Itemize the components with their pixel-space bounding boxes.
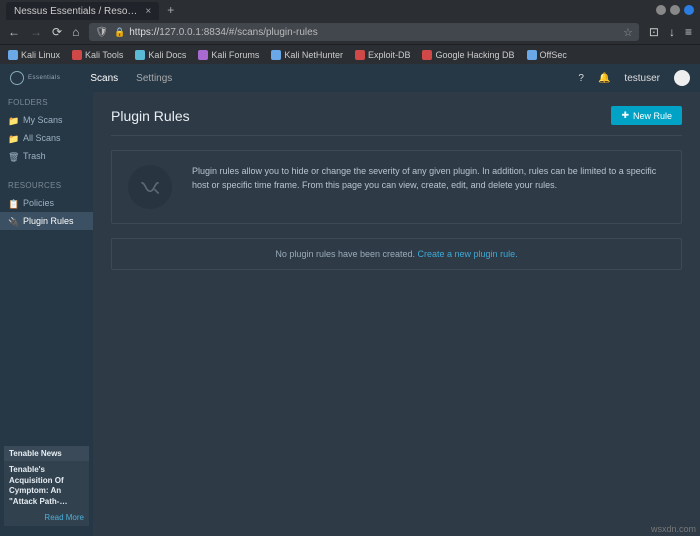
downloads-icon[interactable]: ↓	[669, 25, 675, 39]
url-bar[interactable]: 🛡 🔒 https://127.0.0.1:8834/#/scans/plugi…	[89, 23, 639, 41]
sidebar-policies[interactable]: 📋Policies	[0, 194, 93, 212]
sidebar-trash[interactable]: 🗑Trash	[0, 147, 93, 165]
close-tab-icon[interactable]: ×	[145, 6, 151, 17]
info-text: Plugin rules allow you to hide or change…	[192, 165, 665, 192]
empty-text: No plugin rules have been created.	[275, 249, 417, 259]
page-title: Plugin Rules	[111, 108, 190, 124]
new-rule-button[interactable]: ✚ New Rule	[611, 106, 682, 125]
sidebar-folders-header: FOLDERS	[0, 92, 93, 111]
plugin-large-icon	[128, 165, 172, 209]
bookmark-kali-nethunter[interactable]: Kali NetHunter	[271, 50, 343, 60]
tab-title: Nessus Essentials / Reso…	[14, 6, 137, 17]
bookmark-offsec[interactable]: OffSec	[527, 50, 567, 60]
bookmark-exploit-db[interactable]: Exploit-DB	[355, 50, 411, 60]
bookmark-star-icon[interactable]: ☆	[623, 26, 633, 39]
menu-icon[interactable]: ≡	[685, 25, 692, 39]
news-header: Tenable News	[4, 446, 89, 461]
brand-edition: Essentials	[28, 75, 60, 81]
app-header: nessus Essentials Scans Settings ? 🔔 tes…	[0, 64, 700, 92]
url-text: 127.0.0.1:8834/#/scans/plugin-rules	[159, 27, 317, 38]
home-icon[interactable]: ⌂	[72, 25, 79, 39]
plugin-icon: 🔌	[8, 217, 17, 226]
policies-icon: 📋	[8, 199, 17, 208]
forward-icon[interactable]: →	[30, 25, 42, 39]
pocket-icon[interactable]: ⊡	[649, 25, 659, 39]
news-title[interactable]: Tenable's Acquisition Of Cymptom: An "At…	[4, 461, 89, 511]
create-plugin-rule-link[interactable]: Create a new plugin rule.	[418, 249, 518, 259]
nav-scans[interactable]: Scans	[90, 73, 118, 84]
new-tab-button[interactable]: +	[167, 3, 174, 17]
trash-icon: 🗑	[8, 152, 17, 161]
bookmark-kali-forums[interactable]: Kali Forums	[198, 50, 259, 60]
news-widget: Tenable News Tenable's Acquisition Of Cy…	[4, 446, 89, 526]
news-read-more[interactable]: Read More	[4, 511, 89, 526]
reload-icon[interactable]: ⟳	[52, 25, 62, 39]
lock-icon: 🔒	[114, 27, 125, 38]
app-logo[interactable]: nessus Essentials	[10, 71, 60, 85]
empty-state: No plugin rules have been created. Creat…	[111, 238, 682, 270]
username[interactable]: testuser	[624, 73, 660, 84]
logo-icon	[10, 71, 24, 85]
sidebar-resources-header: RESOURCES	[0, 175, 93, 194]
sidebar-my-scans[interactable]: 📁My Scans	[0, 111, 93, 129]
notifications-icon[interactable]: 🔔	[598, 73, 610, 84]
bookmark-kali-docs[interactable]: Kali Docs	[135, 50, 186, 60]
sidebar-all-scans[interactable]: 📁All Scans	[0, 129, 93, 147]
watermark: wsxdn.com	[651, 524, 696, 534]
minimize-button[interactable]	[656, 5, 666, 15]
browser-tab[interactable]: Nessus Essentials / Reso… ×	[6, 2, 159, 20]
page-header: Plugin Rules ✚ New Rule	[111, 106, 682, 136]
window-tab-bar: Nessus Essentials / Reso… × +	[0, 0, 700, 20]
bookmark-kali-tools[interactable]: Kali Tools	[72, 50, 123, 60]
shield-icon: 🛡	[95, 27, 108, 38]
back-icon[interactable]: ←	[8, 25, 20, 39]
window-controls	[656, 5, 694, 15]
sidebar-plugin-rules[interactable]: 🔌Plugin Rules	[0, 212, 93, 230]
nav-settings[interactable]: Settings	[136, 73, 172, 84]
folder-icon: 📁	[8, 134, 17, 143]
main-content: Plugin Rules ✚ New Rule Plugin rules all…	[93, 92, 700, 536]
plus-icon: ✚	[621, 110, 629, 121]
info-panel: Plugin rules allow you to hide or change…	[111, 150, 682, 224]
bookmark-google-hacking-db[interactable]: Google Hacking DB	[422, 50, 514, 60]
maximize-button[interactable]	[670, 5, 680, 15]
close-window-button[interactable]	[684, 5, 694, 15]
user-area: ? 🔔 testuser	[578, 70, 690, 86]
bookmark-kali-linux[interactable]: Kali Linux	[8, 50, 60, 60]
help-icon[interactable]: ?	[578, 73, 584, 84]
browser-nav-bar: ← → ⟳ ⌂ 🛡 🔒 https://127.0.0.1:8834/#/sca…	[0, 20, 700, 44]
folder-icon: 📁	[8, 116, 17, 125]
bookmarks-bar: Kali Linux Kali Tools Kali Docs Kali For…	[0, 44, 700, 64]
avatar[interactable]	[674, 70, 690, 86]
primary-nav: Scans Settings	[90, 73, 172, 84]
